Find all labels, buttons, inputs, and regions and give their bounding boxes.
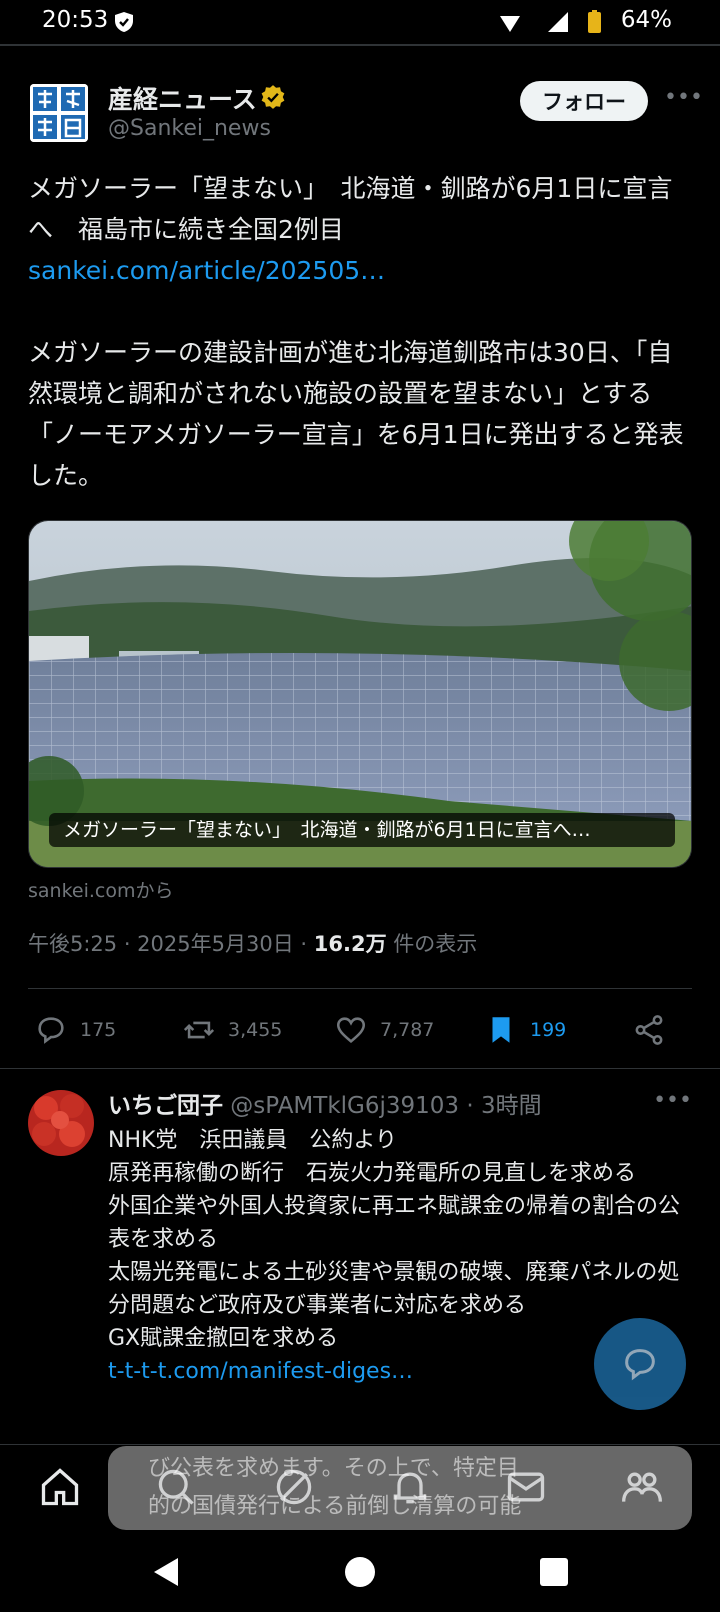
status-time: 20:53: [42, 7, 109, 33]
reply-line: 外国企業や外国人投資家に再エネ賦課金の帰着の割合の公表を求める: [108, 1194, 681, 1252]
like-button[interactable]: 7,787: [334, 1008, 434, 1052]
shield-icon: [115, 12, 133, 32]
divider: [0, 1068, 720, 1069]
signal-wifi-battery-icons: [500, 10, 601, 33]
divider: [28, 988, 692, 989]
home-icon[interactable]: [38, 1465, 82, 1509]
reply-line: 原発再稼働の断行 石炭火力発電所の見直しを求める: [108, 1161, 637, 1186]
overlay-line: び公表を求めます。その上で、特定目: [148, 1456, 519, 1481]
sankei-logo-avatar[interactable]: [30, 84, 88, 142]
share-icon: [635, 1015, 663, 1045]
post-meta: 午後5:25 · 2025年5月30日 · 16.2万 件の表示: [28, 928, 477, 958]
reply-time: · 3時間: [459, 1093, 542, 1119]
post-actions: 175 3,455 7,787 199: [28, 1008, 692, 1052]
post-title-text: メガソーラー「望まない」 北海道・釧路が6月1日に宣言へ 福島市に続き全国2例目: [28, 174, 673, 244]
reply-icon: [38, 1017, 64, 1044]
card-caption: メガソーラー「望まない」 北海道・釧路が6月1日に宣言へ…: [49, 813, 675, 847]
recents-square-icon[interactable]: [536, 1554, 572, 1590]
strawberry-avatar-image: [28, 1090, 94, 1156]
more-options-icon[interactable]: •••: [664, 86, 703, 114]
compose-reply-button[interactable]: [594, 1318, 686, 1410]
system-nav-bar: [0, 1532, 720, 1612]
back-icon[interactable]: [148, 1554, 184, 1590]
battery-percent: 64%: [620, 7, 672, 33]
post-link[interactable]: sankei.com/article/202505…: [28, 250, 692, 291]
author-name[interactable]: 産経ニュース: [108, 80, 257, 116]
repost-count: 3,455: [228, 1019, 283, 1041]
post-header: 産経ニュース @Sankei_news フォロー •••: [28, 78, 703, 148]
reply-line: NHK党 浜田議員 公約より: [108, 1128, 397, 1153]
compose-bubble-icon: [625, 1349, 655, 1381]
reply-author-name[interactable]: いちご団子: [108, 1093, 223, 1119]
author-handle[interactable]: @Sankei_news: [108, 116, 271, 141]
repost-button[interactable]: 3,455: [182, 1008, 282, 1052]
follow-button[interactable]: フォロー: [520, 81, 648, 121]
bookmark-button[interactable]: 199: [484, 1008, 566, 1052]
reply-count: 175: [80, 1019, 117, 1041]
views-count: 16.2万: [313, 932, 387, 956]
avatar[interactable]: [28, 1090, 94, 1156]
repost-icon: [183, 1021, 215, 1039]
overlay-line: 的の国債発行による前倒し清算の可能: [148, 1494, 522, 1519]
views-label: 件の表示: [386, 932, 478, 956]
share-button[interactable]: [632, 1008, 678, 1052]
reply-line: 太陽光発電による土砂災害や景観の破壊、廃棄パネルの処分問題など政府及び事業者に対…: [108, 1260, 680, 1318]
sankei-logo: [30, 84, 88, 142]
divider: [0, 44, 720, 46]
post-text: メガソーラー「望まない」 北海道・釧路が6月1日に宣言へ 福島市に続き全国2例目…: [28, 168, 692, 496]
link-card[interactable]: メガソーラー「望まない」 北海道・釧路が6月1日に宣言へ…: [28, 520, 692, 868]
like-count: 7,787: [380, 1019, 435, 1041]
reply-author-handle[interactable]: @sPAMTklG6j39103: [223, 1093, 459, 1119]
card-source: sankei.comから: [28, 880, 174, 902]
reply-button[interactable]: 175: [34, 1008, 116, 1052]
verified-badge-icon: [261, 85, 285, 109]
reply-header: いちご団子 @sPAMTklG6j39103 · 3時間: [108, 1086, 542, 1120]
more-options-icon[interactable]: •••: [653, 1088, 692, 1113]
status-bar: 20:53 64%: [0, 0, 720, 44]
post-time: 午後5:25 · 2025年5月30日 ·: [28, 932, 314, 956]
heart-icon: [336, 1017, 366, 1043]
bookmark-count: 199: [530, 1019, 567, 1041]
post-body-text: メガソーラーの建設計画が進む北海道釧路市は30日、「自然環境と調和がされない施設…: [28, 338, 684, 490]
bookmark-icon: [492, 1017, 510, 1043]
overlay-popup: び公表を求めます。その上で、特定目 的の国債発行による前倒し清算の可能: [108, 1446, 692, 1530]
home-circle-icon[interactable]: [342, 1554, 378, 1590]
